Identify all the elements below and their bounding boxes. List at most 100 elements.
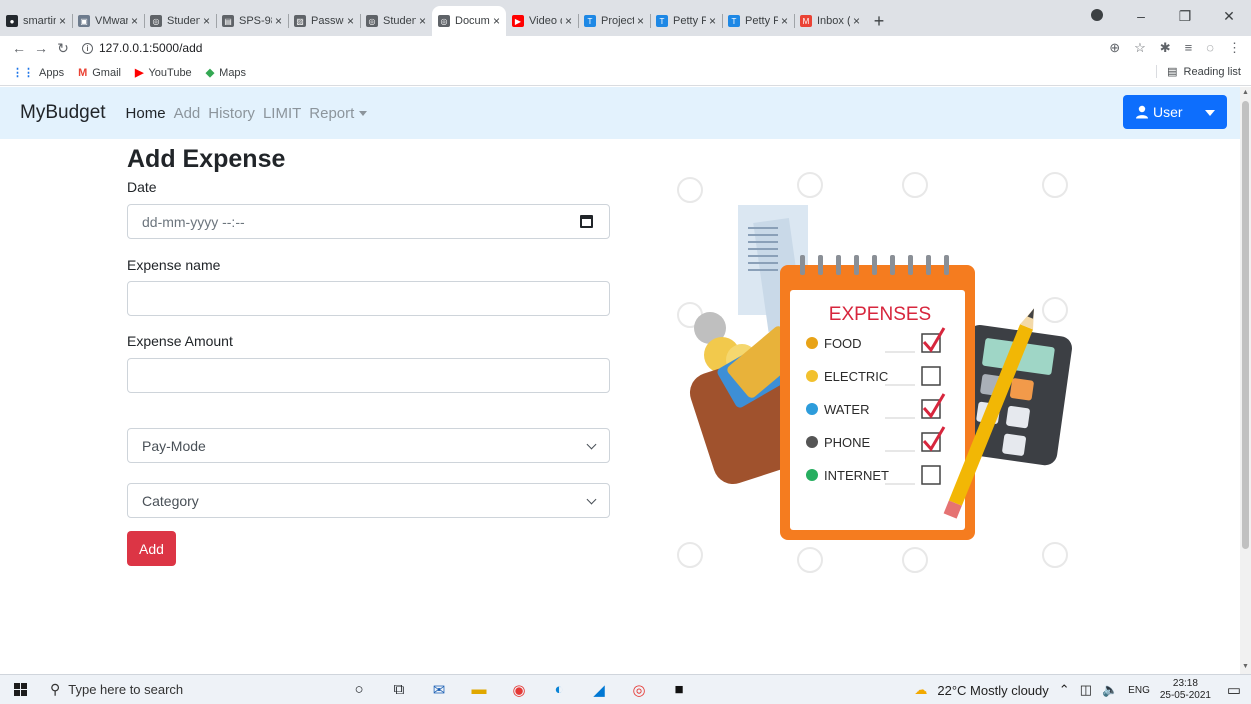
taskbar-search[interactable]: ⚲ Type here to search	[40, 675, 290, 704]
tab-title: VMware	[95, 15, 128, 27]
task-view-icon[interactable]: ⧉	[390, 681, 408, 699]
expense-category-icon	[806, 469, 818, 481]
paymode-select[interactable]: Pay-Mode	[127, 428, 610, 463]
address-bar: ← → ↻ i 127.0.0.1:5000/add ⊕ ☆ ✱ ≡ ◌ ⋮	[0, 36, 1251, 60]
cortana-icon[interactable]: ○	[350, 681, 368, 699]
page-scrollbar[interactable]: ▲ ▼	[1240, 87, 1251, 674]
new-tab-button[interactable]: +	[866, 6, 892, 36]
maximize-button[interactable]: ❐	[1163, 8, 1207, 25]
mail-icon[interactable]: ✉	[430, 681, 448, 699]
store-icon[interactable]: ◢	[590, 681, 608, 699]
tab-favicon-icon: T	[728, 15, 740, 27]
browser-tab[interactable]: ▶ Video d×	[506, 6, 578, 36]
browser-tab[interactable]: ◎ Docum ×	[432, 6, 506, 36]
terminal-icon[interactable]: ■	[670, 681, 688, 699]
tab-title: SPS-98	[239, 15, 272, 27]
checklist-label: ELECTRIC	[824, 369, 888, 384]
notification-icon[interactable]: ▭	[1227, 681, 1241, 699]
tab-close-icon[interactable]: ×	[565, 14, 572, 28]
profile-sync-icon[interactable]: ◌	[1206, 40, 1214, 56]
scroll-up-arrow[interactable]: ▲	[1242, 89, 1249, 96]
weather-text[interactable]: 22°C Mostly cloudy	[937, 683, 1048, 698]
media-icon[interactable]: ≡	[1185, 40, 1193, 56]
reload-button[interactable]: ↻	[52, 40, 74, 57]
url-field[interactable]: i 127.0.0.1:5000/add	[82, 41, 202, 55]
expense-name-input[interactable]	[127, 281, 610, 316]
browser-tab[interactable]: ◎ Student×	[360, 6, 432, 36]
tab-close-icon[interactable]: ×	[853, 14, 860, 28]
tab-close-icon[interactable]: ×	[419, 14, 426, 28]
tab-close-icon[interactable]: ×	[131, 14, 138, 28]
nav-add[interactable]: Add	[174, 105, 201, 122]
info-icon[interactable]: i	[82, 42, 93, 54]
expense-amount-input[interactable]	[127, 358, 610, 393]
tab-close-icon[interactable]: ×	[781, 14, 788, 28]
reading-list-icon: ▤	[1167, 66, 1178, 78]
menu-icon[interactable]: ⋮	[1228, 40, 1241, 56]
volume-icon[interactable]: 🔈	[1102, 682, 1118, 698]
browser-tab[interactable]: ▣ VMware×	[72, 6, 144, 36]
back-button[interactable]: ←	[8, 40, 30, 56]
category-select[interactable]: Category	[127, 483, 610, 518]
paymode-value: Pay-Mode	[142, 437, 206, 454]
tab-close-icon[interactable]: ×	[493, 14, 500, 28]
taskbar-clock[interactable]: 23:18 25-05-2021	[1160, 678, 1211, 702]
chevron-up-icon[interactable]: ⌃	[1059, 682, 1070, 698]
forward-button[interactable]: →	[30, 40, 52, 56]
bookmark-label: Gmail	[92, 66, 121, 79]
extensions-icon[interactable]: ✱	[1160, 40, 1171, 56]
user-dropdown-button[interactable]: User	[1123, 95, 1227, 129]
minimize-button[interactable]: –	[1119, 8, 1163, 24]
bookmark-apps[interactable]: ⋮⋮ Apps	[12, 66, 64, 80]
reading-list-button[interactable]: ▤ Reading list	[1156, 65, 1241, 78]
profile-icon[interactable]	[1075, 8, 1119, 24]
nav-home[interactable]: Home	[126, 105, 166, 122]
browser-tab[interactable]: M Inbox (×	[794, 6, 866, 36]
edge-icon[interactable]: ◐	[550, 681, 568, 699]
bookmark-gmail[interactable]: M Gmail	[78, 66, 121, 79]
browser-tab[interactable]: ▤ SPS-98×	[216, 6, 288, 36]
add-expense-form: Add Expense Date dd-mm-yyyy --:-- Expens…	[127, 141, 610, 566]
tab-close-icon[interactable]: ×	[709, 14, 716, 28]
browser-tab[interactable]: T Petty Pr×	[650, 6, 722, 36]
nav-limit[interactable]: LIMIT	[263, 105, 301, 122]
bookmark-star-icon[interactable]: ☆	[1134, 40, 1146, 56]
browser-tab[interactable]: ◎ Student×	[144, 6, 216, 36]
scrollbar-thumb[interactable]	[1242, 101, 1249, 549]
expenses-notepad: EXPENSES FOOD ELECTRIC WATER PHONE INTERNET	[780, 255, 975, 540]
tab-close-icon[interactable]: ×	[203, 14, 210, 28]
media-app-icon[interactable]: ◎	[630, 681, 648, 699]
bookmark-youtube[interactable]: ▶ YouTube	[135, 66, 192, 80]
chrome-icon[interactable]: ◉	[510, 681, 528, 699]
browser-tab[interactable]: T Petty Pr×	[722, 6, 794, 36]
close-window-button[interactable]: ✕	[1207, 8, 1251, 25]
expense-category-icon	[806, 337, 818, 349]
browser-tab[interactable]: T Project ×	[578, 6, 650, 36]
tab-title: Project	[601, 15, 634, 27]
browser-tab[interactable]: ▨ Passwo×	[288, 6, 360, 36]
language-indicator[interactable]: ENG	[1128, 685, 1150, 696]
tab-close-icon[interactable]: ×	[637, 14, 644, 28]
file-explorer-icon[interactable]: ▬	[470, 681, 488, 699]
browser-tab[interactable]: ● smartin ×	[0, 6, 72, 36]
gmail-icon: M	[78, 66, 88, 79]
tab-close-icon[interactable]: ×	[59, 14, 66, 28]
tab-close-icon[interactable]: ×	[347, 14, 354, 28]
checklist-label: WATER	[824, 402, 870, 417]
nav-history[interactable]: History	[208, 105, 255, 122]
zoom-icon[interactable]: ⊕	[1109, 40, 1120, 56]
calendar-icon[interactable]	[580, 215, 593, 228]
add-expense-button[interactable]: Add	[127, 531, 176, 566]
checklist-label: PHONE	[824, 435, 871, 450]
start-button[interactable]	[0, 675, 40, 704]
bookmark-maps[interactable]: ◆ Maps	[206, 66, 246, 80]
brand-logo[interactable]: MyBudget	[20, 102, 106, 124]
bookmark-list: ⋮⋮ Apps M Gmail ▶ YouTube ◆ Maps	[12, 66, 260, 80]
network-icon[interactable]: ◫	[1080, 682, 1092, 698]
nav-report-dropdown[interactable]: Report	[309, 105, 368, 122]
date-input[interactable]: dd-mm-yyyy --:--	[127, 204, 610, 239]
expenses-illustration: EXPENSES FOOD ELECTRIC WATER PHONE INTERNET	[677, 172, 1072, 573]
scroll-down-arrow[interactable]: ▼	[1242, 663, 1249, 670]
chevron-down-icon	[586, 439, 597, 450]
tab-close-icon[interactable]: ×	[275, 14, 282, 28]
